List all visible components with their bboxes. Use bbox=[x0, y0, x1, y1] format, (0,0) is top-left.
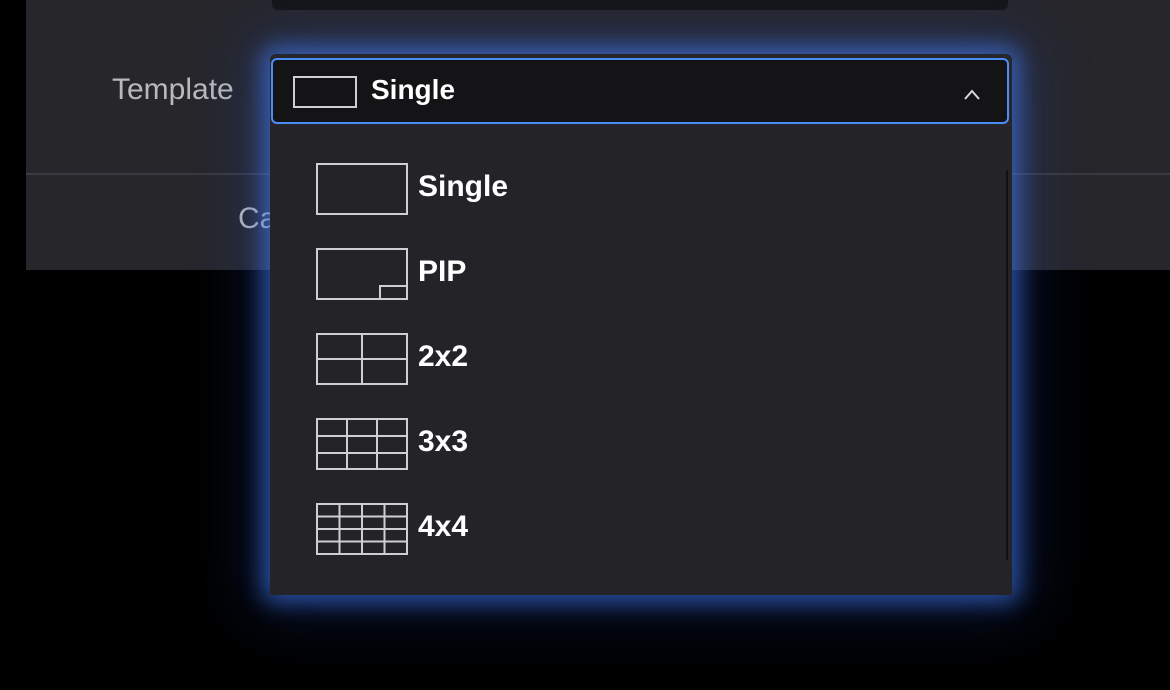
option-label: 3x3 bbox=[418, 425, 469, 458]
option-single[interactable]: Single bbox=[270, 148, 1000, 232]
option-label: 2x2 bbox=[418, 340, 469, 373]
template-select[interactable]: Single bbox=[271, 58, 1009, 124]
template-select-value: Single bbox=[371, 74, 456, 105]
single-layout-icon bbox=[316, 163, 408, 215]
grid-2x2-icon bbox=[316, 333, 408, 385]
option-pip[interactable]: PIP bbox=[270, 233, 1000, 317]
template-label: Template bbox=[112, 73, 234, 106]
option-label: Single bbox=[418, 170, 509, 203]
grid-4x4-icon bbox=[316, 503, 408, 555]
grid-3x3-icon bbox=[316, 418, 408, 470]
option-3x3[interactable]: 3x3 bbox=[270, 403, 1000, 487]
single-layout-icon bbox=[293, 76, 357, 108]
option-label: 4x4 bbox=[418, 510, 469, 543]
previous-field[interactable] bbox=[272, 0, 1008, 10]
chevron-up-icon[interactable] bbox=[963, 86, 981, 104]
menu-scrollbar[interactable] bbox=[1006, 170, 1008, 560]
option-2x2[interactable]: 2x2 bbox=[270, 318, 1000, 402]
page: Template Ca Single Single PIP 2x2 3x3 4x… bbox=[0, 0, 1170, 690]
template-dropdown-menu: Single PIP 2x2 3x3 4x4 bbox=[270, 126, 1012, 595]
option-label: PIP bbox=[418, 255, 467, 288]
pip-layout-icon bbox=[316, 248, 408, 300]
option-4x4[interactable]: 4x4 bbox=[270, 488, 1000, 572]
